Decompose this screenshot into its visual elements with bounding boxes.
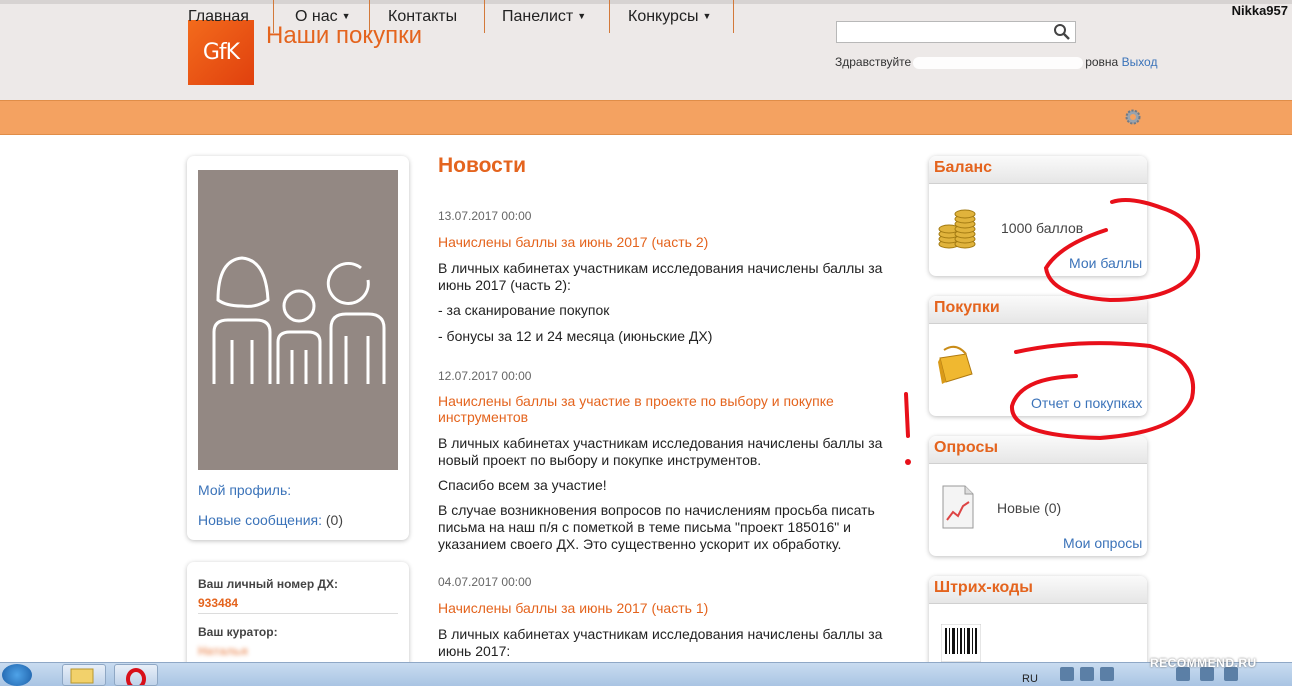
start-button[interactable] bbox=[2, 664, 32, 686]
tray-icon[interactable] bbox=[1080, 667, 1094, 681]
search-icon[interactable] bbox=[1053, 23, 1071, 41]
gear-icon[interactable] bbox=[1124, 108, 1142, 126]
dx-number-label: Ваш личный номер ДХ: bbox=[198, 577, 339, 591]
nav-label: Главная bbox=[188, 8, 249, 25]
balance-widget-header: Баланс bbox=[929, 156, 1147, 184]
nav-item-panelist[interactable]: Панелист ▼ bbox=[485, 0, 610, 33]
news-title: Новости bbox=[438, 154, 527, 177]
news-headline-link[interactable]: Начислены баллы за июнь 2017 (часть 2) bbox=[438, 234, 868, 250]
opera-icon bbox=[126, 668, 146, 690]
nav-item-home[interactable]: Главная bbox=[188, 0, 274, 33]
shopping-basket-icon bbox=[938, 345, 973, 384]
os-taskbar bbox=[0, 662, 1292, 686]
widget-title: Покупки bbox=[934, 299, 1000, 316]
chevron-down-icon: ▼ bbox=[341, 11, 351, 21]
greeting-prefix: Здравствуйте bbox=[835, 55, 912, 69]
exclamation-dot bbox=[905, 459, 911, 465]
balance-amount: 1000 баллов bbox=[1001, 220, 1084, 236]
news-headline-link[interactable]: Начислены баллы за июнь 2017 (часть 1) bbox=[438, 600, 868, 616]
user-greeting: Здравствуйте ровна Выход bbox=[835, 55, 1157, 69]
news-paragraph: - бонусы за 12 и 24 месяца (июньские ДХ) bbox=[438, 328, 713, 344]
news-paragraph: Спасибо всем за участие! bbox=[438, 477, 607, 493]
purchases-widget-header: Покупки bbox=[929, 296, 1147, 324]
news-date: 13.07.2017 00:00 bbox=[438, 209, 532, 223]
surveys-widget-header: Опросы bbox=[929, 436, 1147, 464]
news-date: 04.07.2017 00:00 bbox=[438, 575, 532, 589]
news-paragraph: В личных кабинетах участникам исследован… bbox=[438, 435, 883, 468]
chevron-down-icon: ▼ bbox=[702, 11, 712, 21]
divider bbox=[198, 613, 398, 614]
news-date: 12.07.2017 00:00 bbox=[438, 369, 532, 383]
widget-title: Штрих-коды bbox=[934, 579, 1033, 596]
family-icon bbox=[212, 256, 386, 384]
new-messages-label: Новые сообщения: bbox=[198, 512, 322, 528]
new-surveys-status: Новые (0) bbox=[997, 500, 1062, 516]
nav-item-contacts[interactable]: Контакты bbox=[370, 0, 485, 33]
search-input[interactable] bbox=[836, 21, 1076, 43]
language-indicator[interactable]: RU bbox=[1022, 673, 1038, 685]
my-profile-link[interactable]: Мой профиль: bbox=[198, 482, 291, 498]
main-nav bbox=[0, 100, 1292, 135]
nav-label: Панелист bbox=[502, 8, 574, 25]
my-points-link[interactable]: Мои баллы bbox=[1069, 255, 1142, 271]
news-paragraph: - за сканирование покупок bbox=[438, 302, 610, 318]
new-messages-count: (0) bbox=[325, 512, 344, 528]
chevron-down-icon: ▼ bbox=[577, 11, 587, 21]
widget-title: Баланс bbox=[934, 159, 993, 176]
new-messages-link[interactable]: Новые сообщения: (0) bbox=[198, 512, 343, 528]
coins-icon bbox=[938, 209, 976, 249]
folder-icon bbox=[70, 668, 94, 684]
nav-item-contests[interactable]: Конкурсы ▼ bbox=[610, 0, 734, 33]
curator-name: Наталья bbox=[198, 644, 248, 658]
widget-title: Опросы bbox=[934, 439, 999, 456]
news-paragraph: В личных кабинетах участникам исследован… bbox=[438, 626, 883, 659]
news-paragraph: В случае возникновения вопросов по начис… bbox=[438, 502, 875, 552]
news-headline-link[interactable]: Начислены баллы за участие в проекте по … bbox=[438, 393, 858, 425]
curator-label: Ваш куратор: bbox=[198, 625, 278, 639]
nav-label: О нас bbox=[295, 8, 338, 25]
tray-icon[interactable] bbox=[1100, 667, 1114, 681]
avatar[interactable] bbox=[198, 170, 398, 470]
nav-label: Контакты bbox=[388, 8, 458, 25]
my-surveys-link[interactable]: Мои опросы bbox=[1063, 535, 1142, 551]
recommend-watermark: RECOMMEND.RU bbox=[1150, 656, 1257, 670]
nav-item-about[interactable]: О нас ▼ bbox=[274, 0, 370, 33]
dx-number-value: 933484 bbox=[198, 596, 239, 610]
nav-label: Конкурсы bbox=[628, 8, 699, 25]
barcode-icon bbox=[941, 624, 981, 662]
greeting-suffix: ровна bbox=[1085, 55, 1119, 69]
explorer-taskbar-button[interactable] bbox=[62, 664, 106, 686]
survey-document-icon bbox=[942, 485, 974, 529]
news-paragraph: В личных кабинетах участникам исследован… bbox=[438, 260, 883, 293]
barcodes-widget-header: Штрих-коды bbox=[929, 576, 1147, 604]
redacted-name bbox=[913, 56, 1084, 69]
purchase-report-link[interactable]: Отчет о покупках bbox=[1031, 395, 1142, 411]
logout-link[interactable]: Выход bbox=[1122, 55, 1158, 69]
opera-taskbar-button[interactable] bbox=[114, 664, 158, 690]
username-badge: Nikka957 bbox=[1231, 3, 1288, 18]
tray-icon[interactable] bbox=[1060, 667, 1074, 681]
